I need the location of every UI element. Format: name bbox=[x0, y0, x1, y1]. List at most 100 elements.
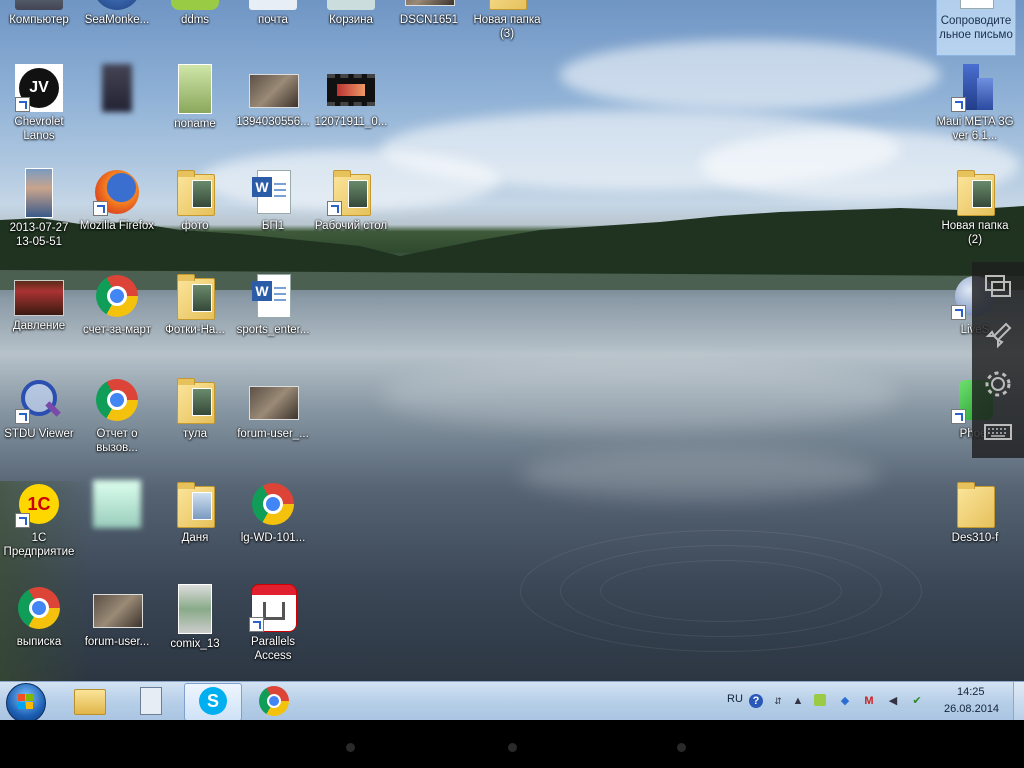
desktop-icon-blurred2[interactable] bbox=[78, 480, 156, 531]
taskbar-chrome[interactable] bbox=[246, 683, 302, 719]
desktop-icon-pochta[interactable]: почта bbox=[234, 0, 312, 27]
show-desktop-button[interactable] bbox=[1013, 682, 1024, 721]
spreadsheet-thumbnail-icon bbox=[14, 280, 64, 316]
desktop-icon-otchet[interactable]: Отчет о вызов... bbox=[78, 376, 156, 455]
language-options-icon[interactable]: ⇵ bbox=[771, 694, 785, 708]
video-thumbnail-icon bbox=[327, 64, 375, 112]
desktop-icon-des310[interactable]: Des310-f bbox=[936, 480, 1014, 545]
desktop-icon-forum-user-1[interactable]: forum-user_... bbox=[234, 376, 312, 441]
network-icon[interactable]: ✔ bbox=[910, 694, 924, 708]
photo-thumbnail-icon bbox=[405, 0, 455, 10]
icon-label: Рабочий стол bbox=[314, 220, 388, 232]
desktop-icon-firefox[interactable]: Mozilla Firefox bbox=[78, 168, 156, 233]
start-button[interactable] bbox=[6, 683, 46, 723]
desktop-icon-stdu[interactable]: STDU Viewer bbox=[0, 376, 78, 441]
keyboard-icon[interactable] bbox=[982, 416, 1014, 448]
folder-icon bbox=[74, 689, 106, 715]
desktop-icon-vypiska[interactable]: выписка bbox=[0, 584, 78, 649]
seamonkey-icon bbox=[93, 0, 141, 10]
desktop-icon-1c[interactable]: 1С 1С Предприятие bbox=[0, 480, 78, 559]
icon-label: Давление bbox=[12, 320, 66, 332]
image-file-icon bbox=[178, 64, 212, 114]
icon-label: 1С Предприятие bbox=[3, 532, 75, 558]
desktop-icon-bp1[interactable]: БП1 bbox=[234, 168, 312, 233]
rocket-icon[interactable] bbox=[982, 320, 1014, 352]
desktop-icon-dscn1651[interactable]: DSCN1651 bbox=[390, 0, 468, 27]
icon-label: forum-user_... bbox=[237, 428, 309, 440]
chrome-icon bbox=[249, 480, 297, 528]
tray-app-icon[interactable] bbox=[814, 694, 828, 708]
desktop-icon-danya[interactable]: Даня bbox=[156, 480, 234, 545]
desktop-icon-korzina[interactable]: Корзина bbox=[312, 0, 390, 27]
word-document-icon bbox=[249, 168, 297, 216]
desktop-icon-foto[interactable]: фото bbox=[156, 168, 234, 233]
icon-label: почта bbox=[258, 14, 288, 26]
icon-label: тула bbox=[183, 428, 207, 440]
desktop-icon-forum-user-2[interactable]: forum-user... bbox=[78, 584, 156, 649]
person-photo-icon bbox=[25, 168, 53, 218]
chevrolet-logo-icon: JV bbox=[15, 64, 63, 112]
back-button[interactable] bbox=[346, 743, 355, 752]
computer-icon bbox=[15, 0, 63, 10]
icon-label: Новая папка (3) bbox=[473, 14, 541, 40]
desktop-icon-kompyuter[interactable]: Компьютер bbox=[0, 0, 78, 27]
desktop-icon-blurred[interactable] bbox=[78, 64, 156, 115]
desktop-icon-novaya-papka-2[interactable]: Новая папка (2) bbox=[936, 168, 1014, 247]
folder-icon bbox=[951, 480, 999, 528]
chrome-icon bbox=[93, 272, 141, 320]
desktop-icon-img1207[interactable]: 12071911_0... bbox=[312, 64, 390, 129]
folder-icon bbox=[171, 272, 219, 320]
desktop-icon-ddms[interactable]: ddms bbox=[156, 0, 234, 27]
skype-icon: S bbox=[199, 687, 227, 715]
desktop-icon-maui-meta[interactable]: Maui META 3G ver 6.1... bbox=[936, 64, 1014, 143]
photo-thumbnail-icon bbox=[249, 64, 299, 112]
desktop-icon-rabochiy-stol[interactable]: Рабочий стол bbox=[312, 168, 390, 233]
show-hidden-icons-chevron[interactable]: ▲ bbox=[791, 694, 805, 708]
folder-icon bbox=[171, 376, 219, 424]
folder-icon bbox=[171, 480, 219, 528]
help-icon[interactable]: ? bbox=[749, 694, 763, 708]
icon-label: Даня bbox=[181, 532, 209, 544]
desktop-icon-noname[interactable]: noname bbox=[156, 64, 234, 131]
desktop-icon-davlenie[interactable]: Давление bbox=[0, 272, 78, 333]
folder-icon bbox=[951, 168, 999, 216]
volume-icon[interactable]: ◀ bbox=[886, 694, 900, 708]
firefox-icon bbox=[93, 168, 141, 216]
desktop-icon-chevrolet[interactable]: JV Chevrolet Lanos bbox=[0, 64, 78, 143]
home-button[interactable] bbox=[508, 743, 517, 752]
desktop-icon-sports-enter[interactable]: sports_enter... bbox=[234, 272, 312, 337]
recents-button[interactable] bbox=[677, 743, 686, 752]
magnifier-icon bbox=[15, 376, 63, 424]
icon-label: Maui META 3G ver 6.1... bbox=[936, 116, 1014, 142]
taskbar-skype[interactable]: S bbox=[184, 683, 242, 721]
1c-logo-icon: 1С bbox=[15, 480, 63, 528]
icon-label: Chevrolet Lanos bbox=[14, 116, 64, 142]
desktop-icon-schet-za-mart[interactable]: счет-за-март bbox=[78, 272, 156, 337]
clock-time[interactable]: 14:25 bbox=[957, 686, 985, 698]
icon-label: выписка bbox=[16, 636, 62, 648]
desktop-icon-parallels[interactable]: Parallels Access bbox=[234, 584, 312, 663]
taskbar-explorer[interactable] bbox=[62, 683, 118, 719]
icon-label: STDU Viewer bbox=[4, 428, 74, 440]
desktop-icon-lg-wd[interactable]: lg-WD-101... bbox=[234, 480, 312, 545]
icon-label: 12071911_0... bbox=[314, 116, 388, 128]
desktop[interactable]: Компьютер SeaMonke... ddms почта Корзина… bbox=[0, 0, 1024, 681]
clock-date[interactable]: 26.08.2014 bbox=[944, 703, 999, 715]
photo-thumbnail-icon bbox=[93, 584, 143, 632]
desktop-icon-comix13[interactable]: comix_13 bbox=[156, 584, 234, 651]
language-indicator[interactable]: RU bbox=[727, 693, 743, 705]
desktop-icon-tula[interactable]: тула bbox=[156, 376, 234, 441]
ripple bbox=[520, 530, 922, 652]
desktop-icon-fotki-na[interactable]: Фотки-На... bbox=[156, 272, 234, 337]
gmail-icon[interactable]: M bbox=[862, 694, 876, 708]
calculator-icon bbox=[140, 687, 162, 715]
desktop-icon-seamonkey[interactable]: SeaMonke... bbox=[78, 0, 156, 27]
gear-icon[interactable] bbox=[982, 368, 1014, 400]
dropbox-icon[interactable]: ◆ bbox=[838, 694, 852, 708]
desktop-icon-photo-2013[interactable]: 2013-07-27 13-05-51 bbox=[0, 168, 78, 249]
desktop-icon-novaya-papka-3[interactable]: Новая папка (3) bbox=[468, 0, 546, 41]
desktop-icon-img1394[interactable]: 1394030556... bbox=[234, 64, 312, 129]
desktop-icon-soprovoditelnoe[interactable]: Сопроводите льное письмо bbox=[936, 0, 1016, 56]
switch-windows-icon[interactable] bbox=[982, 272, 1014, 304]
taskbar-calculator[interactable] bbox=[122, 683, 178, 719]
